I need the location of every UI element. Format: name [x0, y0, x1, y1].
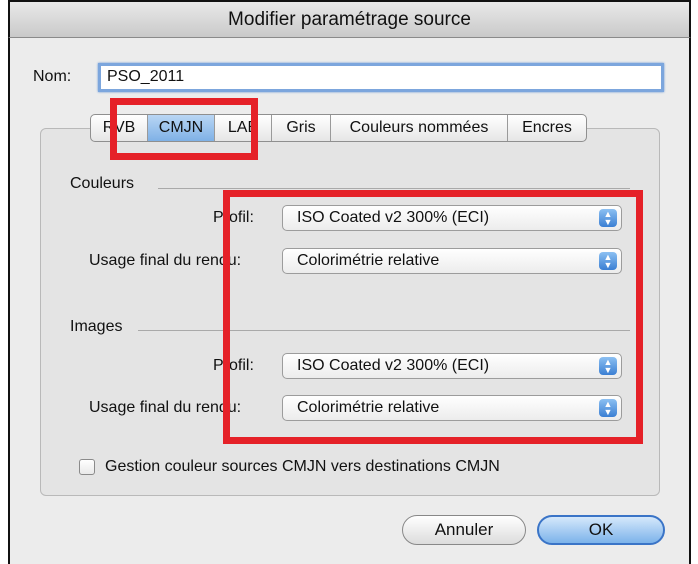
name-label: Nom: — [33, 68, 72, 85]
couleurs-divider — [158, 188, 630, 189]
title-bar: Modifier paramétrage source — [8, 0, 691, 38]
cmjn-passthrough-checkbox[interactable] — [79, 459, 95, 475]
cancel-button[interactable]: Annuler — [402, 515, 526, 545]
couleurs-usage-label: Usage final du rendu: — [89, 252, 242, 269]
couleurs-heading: Couleurs — [70, 175, 135, 192]
ok-button[interactable]: OK — [537, 515, 665, 545]
highlight-box-profiles — [223, 190, 643, 444]
name-input[interactable]: PSO_2011 — [98, 63, 664, 92]
tab-encres[interactable]: Encres — [508, 115, 586, 141]
tab-couleurs-nommees[interactable]: Couleurs nommées — [331, 115, 508, 141]
tab-gris[interactable]: Gris — [272, 115, 331, 141]
window-title: Modifier paramétrage source — [228, 8, 471, 30]
images-heading: Images — [70, 318, 123, 335]
cmjn-passthrough-label: Gestion couleur sources CMJN vers destin… — [105, 458, 500, 475]
highlight-box-tab — [110, 98, 258, 160]
images-usage-label: Usage final du rendu: — [89, 399, 242, 416]
